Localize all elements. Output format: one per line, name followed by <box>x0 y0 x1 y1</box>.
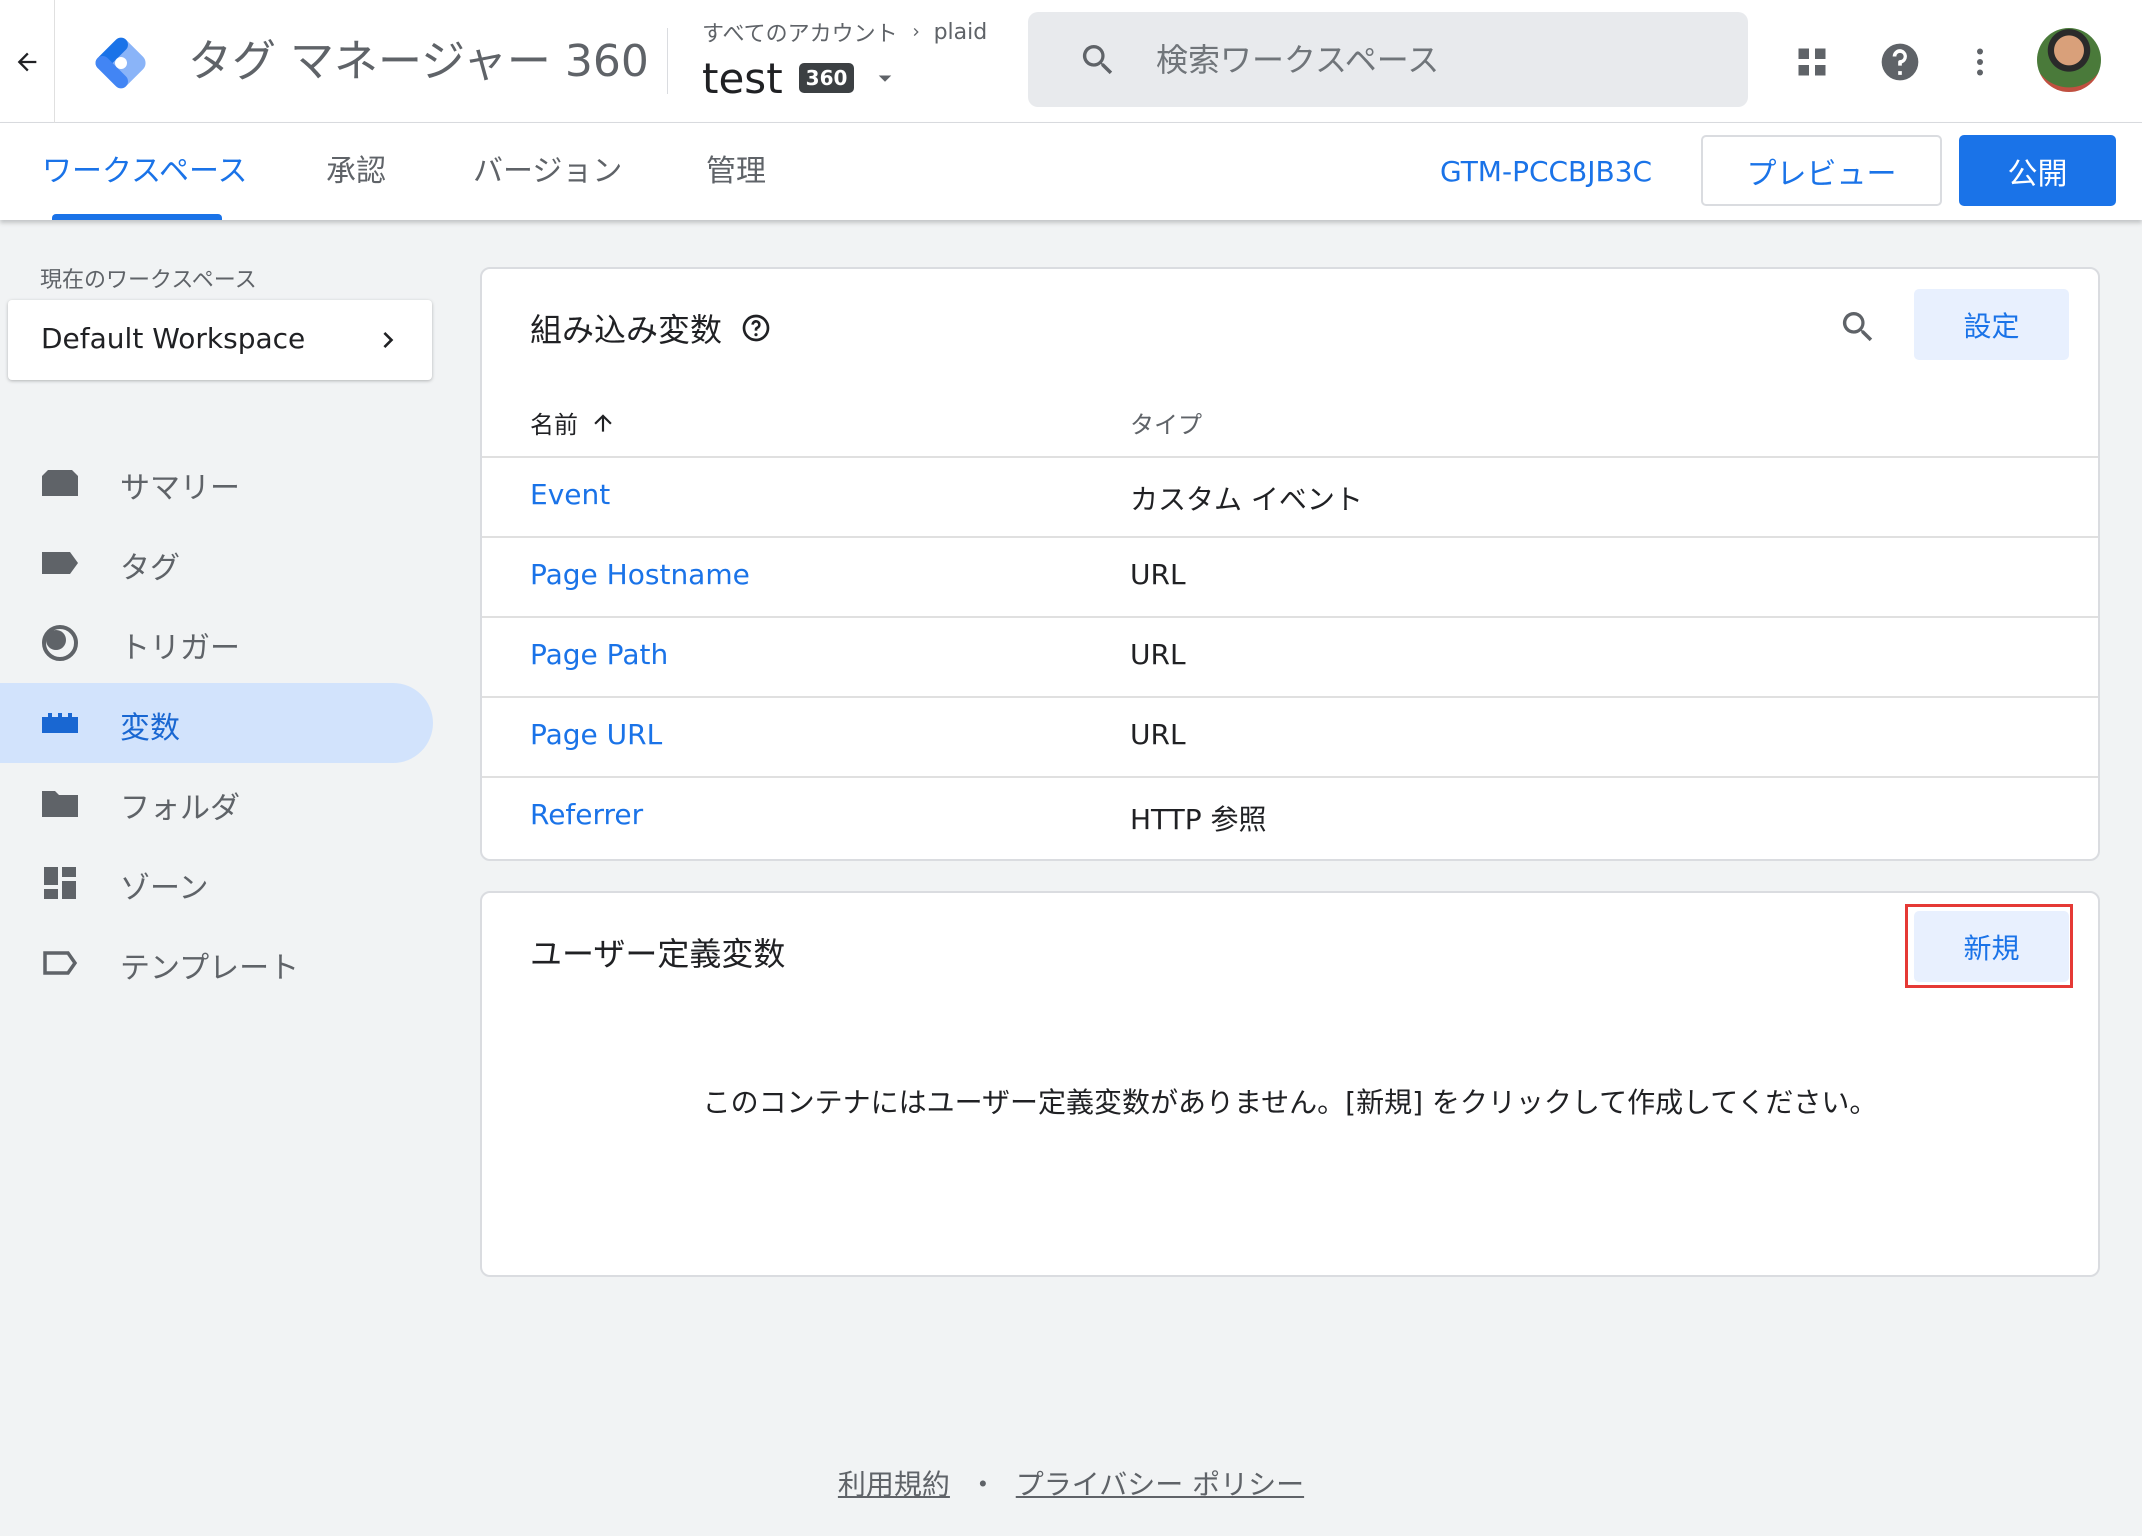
tag-icon <box>40 543 80 583</box>
more-options-button[interactable] <box>1952 34 2008 90</box>
apps-button[interactable] <box>1784 34 1840 90</box>
header-divider <box>667 28 668 94</box>
more-vert-icon <box>1977 48 1983 76</box>
workspace-name: Default Workspace <box>41 322 306 355</box>
container-name: test <box>702 53 783 103</box>
tab-approval[interactable]: 承認 <box>326 123 386 220</box>
breadcrumb-account[interactable]: plaid <box>934 20 988 45</box>
gtm-logo-icon[interactable] <box>88 30 154 96</box>
sidebar-item-label: サマリー <box>120 471 240 506</box>
workspace-search[interactable] <box>1028 12 1748 107</box>
sidebar-item-tags[interactable]: タグ <box>0 523 433 603</box>
variable-name-link[interactable]: Page Path <box>530 638 668 671</box>
user-defined-variables-card: ユーザー定義変数 新規 このコンテナにはユーザー定義変数がありません。[新規] … <box>480 891 2100 1277</box>
sidebar-item-folders[interactable]: フォルダ <box>0 763 433 843</box>
sidebar-item-summary[interactable]: サマリー <box>0 443 433 523</box>
breadcrumb[interactable]: すべてのアカウント plaid <box>702 16 987 48</box>
chevron-right-icon <box>383 332 394 348</box>
empty-state-message: このコンテナにはユーザー定義変数がありません。[新規] をクリックして作成してく… <box>702 1086 1878 1119</box>
variable-name-link[interactable]: Page Hostname <box>530 558 750 591</box>
breadcrumb-all-accounts[interactable]: すべてのアカウント <box>702 16 898 48</box>
avatar[interactable] <box>2037 28 2101 92</box>
sidebar-item-label: フォルダ <box>120 791 240 826</box>
configure-builtin-button[interactable]: 設定 <box>1914 289 2069 360</box>
variable-name-link[interactable]: Page URL <box>530 718 662 751</box>
tab-bar: ワークスペース 承認 バージョン 管理 GTM-PCCBJB3C プレビュー 公… <box>0 123 2142 220</box>
variable-type: HTTP 参照 <box>1130 803 1267 836</box>
sidebar-item-label: テンプレート <box>120 951 300 986</box>
column-header-name-label: 名前 <box>530 411 578 439</box>
table-row: Page Path URL <box>482 616 2098 696</box>
footer-separator: ・ <box>968 1468 997 1501</box>
builtin-variables-title-row: 組み込み変数 <box>530 305 772 351</box>
variable-name-link[interactable]: Event <box>530 478 610 511</box>
table-row: Referrer HTTP 参照 <box>482 776 2098 856</box>
sidebar-item-templates[interactable]: テンプレート <box>0 923 433 1003</box>
table-row: Event カスタム イベント <box>482 456 2098 536</box>
column-header-type[interactable]: タイプ <box>1130 405 1202 440</box>
chevron-right-icon <box>913 28 919 36</box>
privacy-link[interactable]: プライバシー ポリシー <box>1016 1468 1304 1501</box>
help-outline-icon[interactable] <box>740 312 772 344</box>
dropdown-arrow-icon <box>879 75 892 82</box>
back-arrow-icon <box>17 52 37 71</box>
variable-type: URL <box>1130 638 1186 671</box>
column-header-name[interactable]: 名前 <box>530 405 616 440</box>
tab-versions[interactable]: バージョン <box>473 123 622 220</box>
builtin-variables-card: 組み込み変数 設定 名前 タイプ Event カスタム イベント Page Ho… <box>480 267 2100 861</box>
search-icon[interactable] <box>1838 307 1878 347</box>
help-button[interactable] <box>1872 34 1928 90</box>
sidebar-item-triggers[interactable]: トリガー <box>0 603 433 683</box>
sidebar-item-label: ゾーン <box>120 871 209 906</box>
back-button[interactable] <box>0 0 55 123</box>
trigger-icon <box>40 623 80 663</box>
footer: 利用規約 ・ プライバシー ポリシー <box>0 1463 2142 1503</box>
table-row: Page Hostname URL <box>482 536 2098 616</box>
sidebar-item-variables[interactable]: 変数 <box>0 683 433 763</box>
variable-type: URL <box>1130 718 1186 751</box>
search-icon <box>1082 45 1113 75</box>
variable-name-link[interactable]: Referrer <box>530 798 643 831</box>
apps-grid-icon <box>1798 48 1826 76</box>
container-badge: 360 <box>798 63 855 93</box>
top-app-bar: タグ マネージャー 360 すべてのアカウント plaid test 360 <box>0 0 2142 123</box>
publish-button[interactable]: 公開 <box>1959 135 2116 206</box>
variables-icon <box>40 703 80 743</box>
tab-admin[interactable]: 管理 <box>706 123 766 220</box>
preview-button[interactable]: プレビュー <box>1701 135 1942 206</box>
table-row: Page URL URL <box>482 696 2098 776</box>
active-tab-indicator <box>52 214 222 220</box>
workspace-selector[interactable]: Default Workspace <box>8 300 432 380</box>
sidebar-item-zones[interactable]: ゾーン <box>0 843 433 923</box>
current-workspace-label: 現在のワークスペース <box>40 268 257 293</box>
variable-type: カスタム イベント <box>1130 483 1363 516</box>
summary-icon <box>40 463 80 503</box>
user-defined-variables-title: ユーザー定義変数 <box>530 935 786 973</box>
container-selector[interactable]: test 360 <box>702 50 900 106</box>
sidebar-item-label: タグ <box>120 551 180 586</box>
container-id-link[interactable]: GTM-PCCBJB3C <box>1440 123 1652 220</box>
search-input[interactable] <box>1156 32 1716 88</box>
sidebar-item-label: 変数 <box>120 711 180 746</box>
help-icon <box>1881 43 1919 81</box>
sort-arrow-up-icon <box>594 413 612 432</box>
variable-type: URL <box>1130 558 1186 591</box>
terms-link[interactable]: 利用規約 <box>838 1468 950 1501</box>
sidebar-item-label: トリガー <box>120 631 240 666</box>
builtin-variables-title: 組み込み変数 <box>530 311 723 349</box>
template-icon <box>40 943 80 983</box>
app-title: タグ マネージャー 360 <box>188 36 649 87</box>
zone-icon <box>40 863 80 903</box>
highlight-annotation <box>1905 904 2073 988</box>
folder-icon <box>40 783 80 823</box>
tab-workspace[interactable]: ワークスペース <box>42 123 248 220</box>
